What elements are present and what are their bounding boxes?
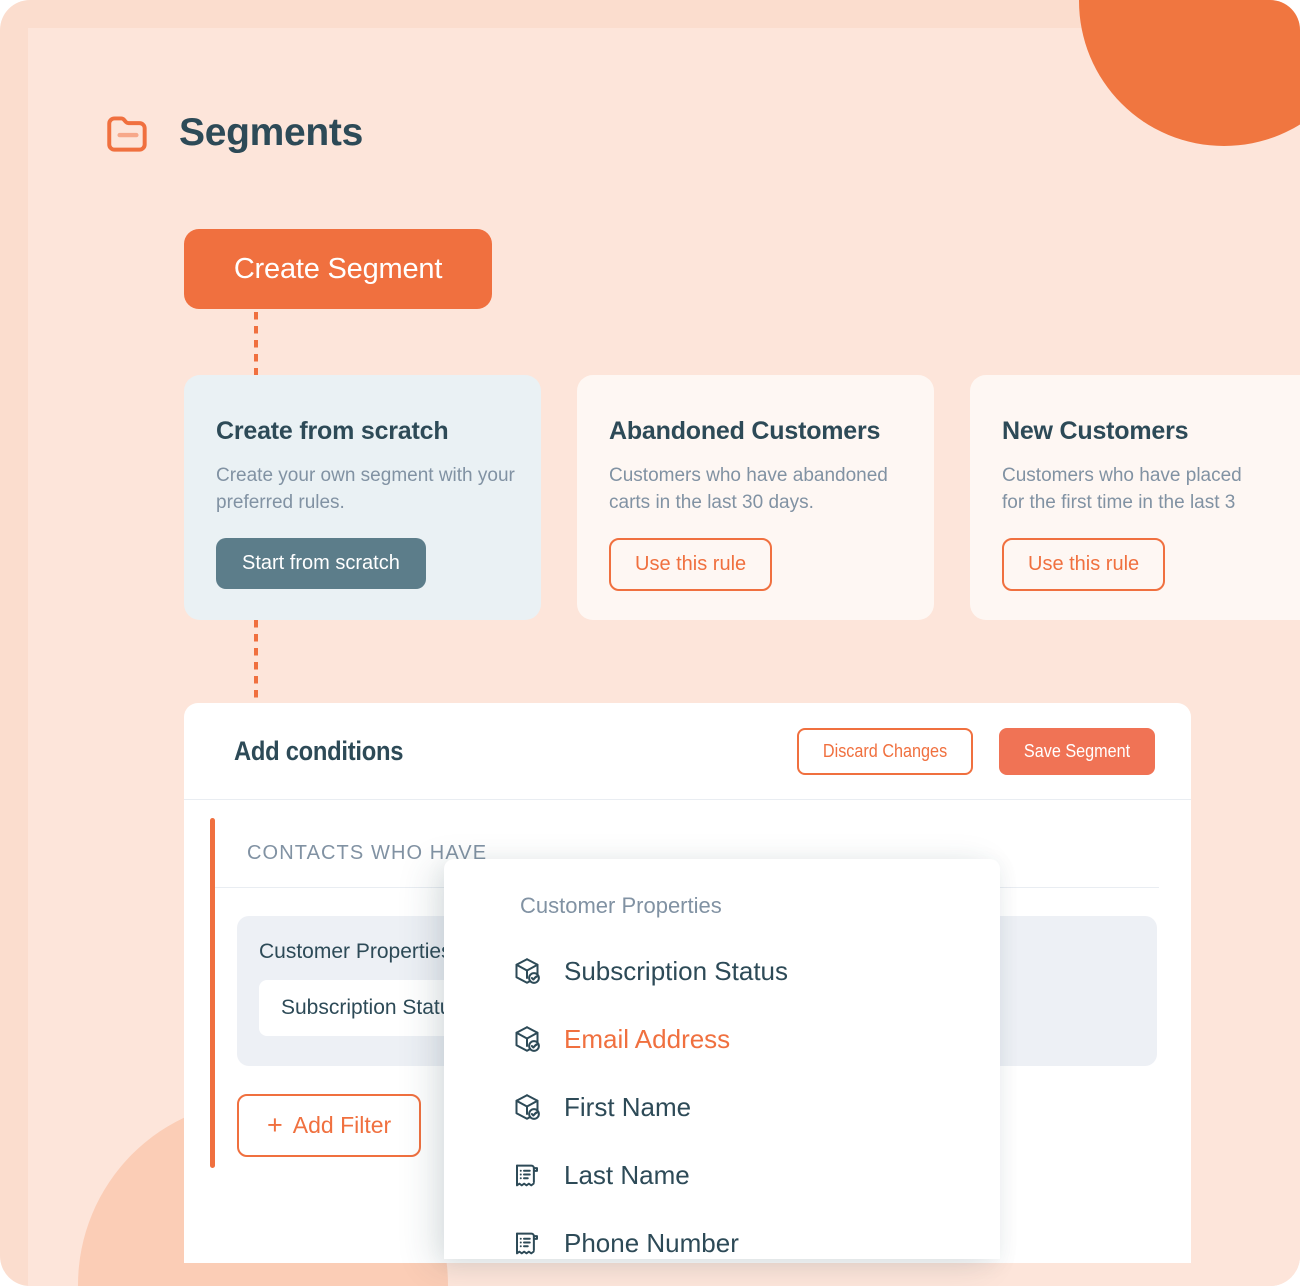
plus-icon: + (267, 1110, 283, 1140)
card-description: Customers who have placed for the first … (1002, 462, 1295, 516)
use-this-rule-button[interactable]: Use this rule (1002, 538, 1166, 591)
page-title: Segments (179, 111, 363, 154)
save-segment-label: Save Segment (1023, 740, 1131, 761)
template-card-create-from-scratch[interactable]: Create from scratch Create your own segm… (184, 375, 541, 620)
card-description-line-1: Customers who have abandoned (609, 465, 888, 486)
panel-title: Add conditions (234, 735, 404, 766)
card-title: New Customers (1002, 417, 1189, 445)
save-segment-button[interactable]: Save Segment (998, 727, 1155, 775)
card-description-line-2: carts in the last 30 days. (609, 492, 814, 513)
add-filter-label: Add Filter (292, 1112, 392, 1138)
dropdown-item-label: Phone Number (564, 1227, 739, 1258)
add-filter-button[interactable]: + Add Filter (237, 1094, 422, 1157)
app-canvas: Segments Create Segment Create from scra… (0, 0, 1300, 1286)
dropdown-item-label: Subscription Status (564, 955, 789, 986)
use-this-rule-button[interactable]: Use this rule (609, 538, 773, 591)
discard-changes-label: Discard Changes (822, 740, 948, 761)
start-from-scratch-button[interactable]: Start from scratch (216, 538, 426, 589)
dropdown-item-label: Email Address (564, 1023, 731, 1054)
box-check-icon (512, 1092, 542, 1122)
card-description-line-2: for the first time in the last 3 (1002, 492, 1236, 513)
dropdown-item-label: Last Name (564, 1159, 690, 1190)
page-header: Segments (103, 108, 363, 158)
dropdown-item-first-name[interactable]: First Name (444, 1073, 1000, 1141)
card-title: Create from scratch (216, 417, 449, 445)
segment-template-cards: Create from scratch Create your own segm… (184, 375, 1300, 620)
property-select-value: Subscription Status (281, 996, 462, 1019)
dropdown-item-phone-number[interactable]: Phone Number (444, 1209, 1000, 1259)
box-check-icon (512, 956, 542, 986)
panel-header: Add conditions Discard Changes Save Segm… (184, 703, 1191, 800)
card-description-line-1: Customers who have placed (1002, 465, 1242, 486)
dropdown-item-subscription-status[interactable]: Subscription Status (444, 937, 1000, 1005)
card-description: Customers who have abandoned carts in th… (609, 462, 902, 516)
create-segment-button[interactable]: Create Segment (184, 229, 492, 309)
condition-group-accent-bar (210, 818, 215, 1168)
dropdown-item-email-address[interactable]: Email Address (444, 1005, 1000, 1073)
dropdown-item-last-name[interactable]: Last Name (444, 1141, 1000, 1209)
template-card-abandoned-customers[interactable]: Abandoned Customers Customers who have a… (577, 375, 934, 620)
property-dropdown-menu: Customer Properties Subscription Status … (444, 859, 1000, 1259)
box-check-icon (512, 1024, 542, 1054)
template-card-new-customers[interactable]: New Customers Customers who have placed … (970, 375, 1300, 620)
card-title: Abandoned Customers (609, 417, 881, 445)
connector-line-top (254, 312, 258, 376)
discard-changes-button[interactable]: Discard Changes (796, 727, 973, 775)
dropdown-item-label: First Name (564, 1091, 692, 1122)
connector-line-bottom (254, 620, 258, 705)
dropdown-section-label: Customer Properties (520, 893, 722, 918)
folder-minus-icon (103, 108, 153, 158)
card-description: Create your own segment with your prefer… (216, 465, 515, 513)
receipt-list-icon (512, 1160, 542, 1190)
panel-header-actions: Discard Changes Save Segment (796, 727, 1155, 775)
receipt-list-icon (512, 1228, 542, 1258)
